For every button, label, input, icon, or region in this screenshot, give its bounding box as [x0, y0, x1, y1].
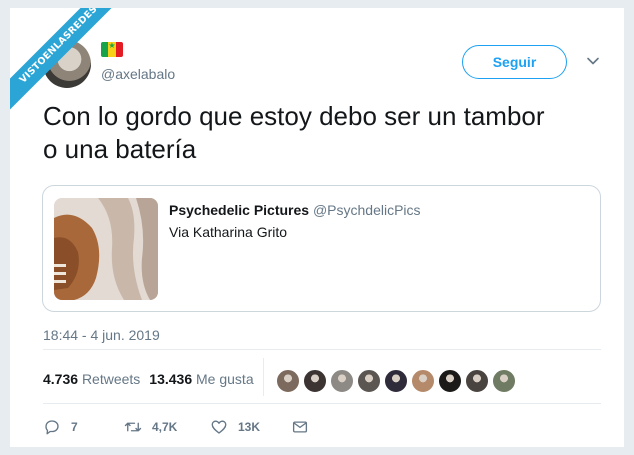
tweet-text: Con lo gordo que estoy debo ser un tambo… [43, 100, 613, 166]
tweet-text-line-2: o una batería [43, 134, 197, 164]
reply-count: 7 [71, 420, 78, 434]
retweet-stat[interactable]: 4.736 Retweets [43, 371, 140, 387]
liker-avatar[interactable] [303, 369, 327, 393]
reply-icon [45, 420, 59, 435]
retweet-label: Retweets [81, 371, 141, 387]
reply-action[interactable]: 7 [43, 418, 124, 436]
divider [43, 349, 601, 350]
liker-avatar[interactable] [276, 369, 300, 393]
direct-message-action[interactable] [291, 418, 309, 436]
quoted-author-handle: @PsychdelicPics [312, 202, 421, 218]
liker-avatar[interactable] [411, 369, 435, 393]
action-bar: 7 4,7K 13K [43, 418, 309, 436]
quoted-author[interactable]: Psychedelic Pictures @PsychdelicPics [169, 202, 421, 218]
liker-avatar[interactable] [330, 369, 354, 393]
guitar-body-photo [54, 198, 158, 300]
engagement-stats: 4.736 Retweets 13.436 Me gusta [43, 371, 254, 387]
stats-separator [263, 358, 264, 396]
heart-icon [211, 420, 227, 434]
tweet-timestamp[interactable]: 18:44 - 4 jun. 2019 [43, 327, 160, 343]
quoted-tweet-image[interactable] [54, 198, 158, 300]
liker-avatar[interactable] [492, 369, 516, 393]
like-action-count: 13K [238, 420, 261, 434]
retweet-action-count: 4,7K [152, 420, 178, 434]
tweet-card: VISTOENLASREDES @axelabalo Seguir Con lo… [10, 8, 624, 447]
quoted-author-name: Psychedelic Pictures [169, 202, 310, 218]
like-action[interactable]: 13K [210, 418, 291, 436]
retweet-icon [124, 422, 142, 432]
watermark-text: VISTOENLASREDES [10, 8, 120, 113]
chevron-down-icon[interactable] [586, 54, 600, 68]
liker-avatar[interactable] [357, 369, 381, 393]
tweet-text-line-1: Con lo gordo que estoy debo ser un tambo… [43, 101, 545, 131]
like-count: 13.436 [149, 371, 193, 387]
like-label: Me gusta [196, 371, 254, 387]
watermark-ribbon: VISTOENLASREDES [10, 8, 120, 118]
follow-button[interactable]: Seguir [462, 45, 567, 79]
quoted-tweet[interactable]: Psychedelic Pictures @PsychdelicPics Via… [42, 185, 601, 312]
liker-avatar[interactable] [438, 369, 462, 393]
retweet-action[interactable]: 4,7K [124, 418, 210, 436]
liker-avatars [276, 369, 516, 393]
divider [43, 403, 601, 404]
liker-avatar[interactable] [384, 369, 408, 393]
like-stat[interactable]: 13.436 Me gusta [149, 371, 253, 387]
liker-avatar[interactable] [465, 369, 489, 393]
envelope-icon [292, 421, 308, 433]
retweet-count: 4.736 [43, 371, 79, 387]
quoted-tweet-text: Via Katharina Grito [169, 224, 288, 240]
